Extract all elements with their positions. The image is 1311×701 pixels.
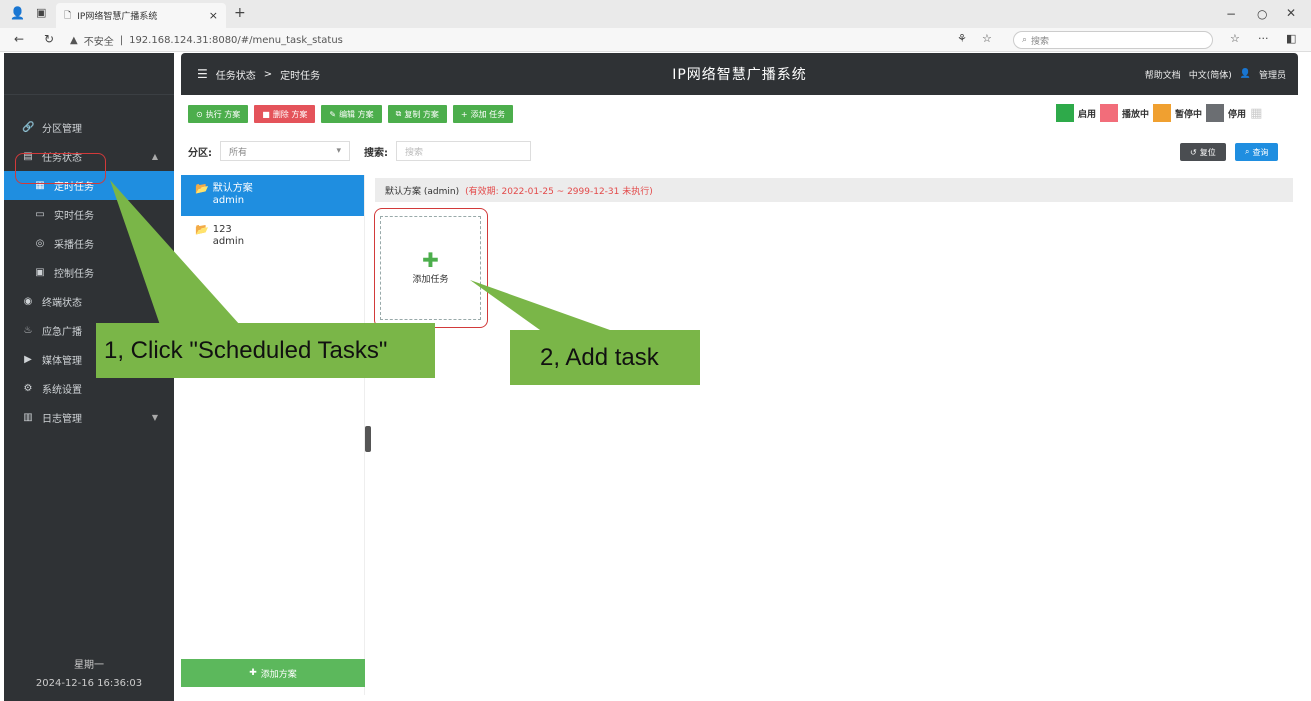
callout-step-1: 1, Click "Scheduled Tasks": [96, 323, 435, 378]
callout-arrow-2: [470, 280, 610, 330]
callout-step-2: 2, Add task: [510, 330, 700, 385]
callout-arrow-1: [110, 180, 240, 325]
